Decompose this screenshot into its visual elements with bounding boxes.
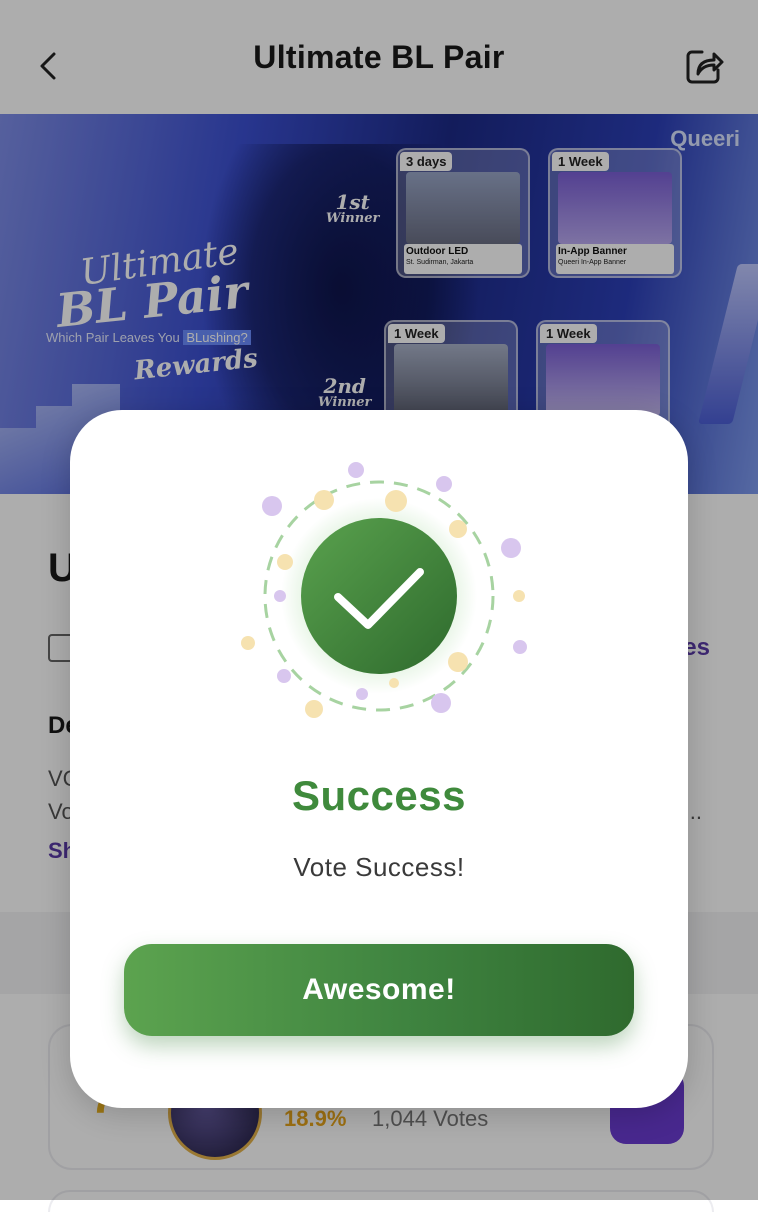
dialog-message: Vote Success!: [293, 852, 465, 882]
success-dialog: Success Vote Success! Awesome!: [70, 410, 688, 1108]
dialog-title: Success: [292, 772, 466, 819]
awesome-button[interactable]: Awesome!: [124, 944, 634, 1036]
success-check-icon: [241, 462, 527, 718]
